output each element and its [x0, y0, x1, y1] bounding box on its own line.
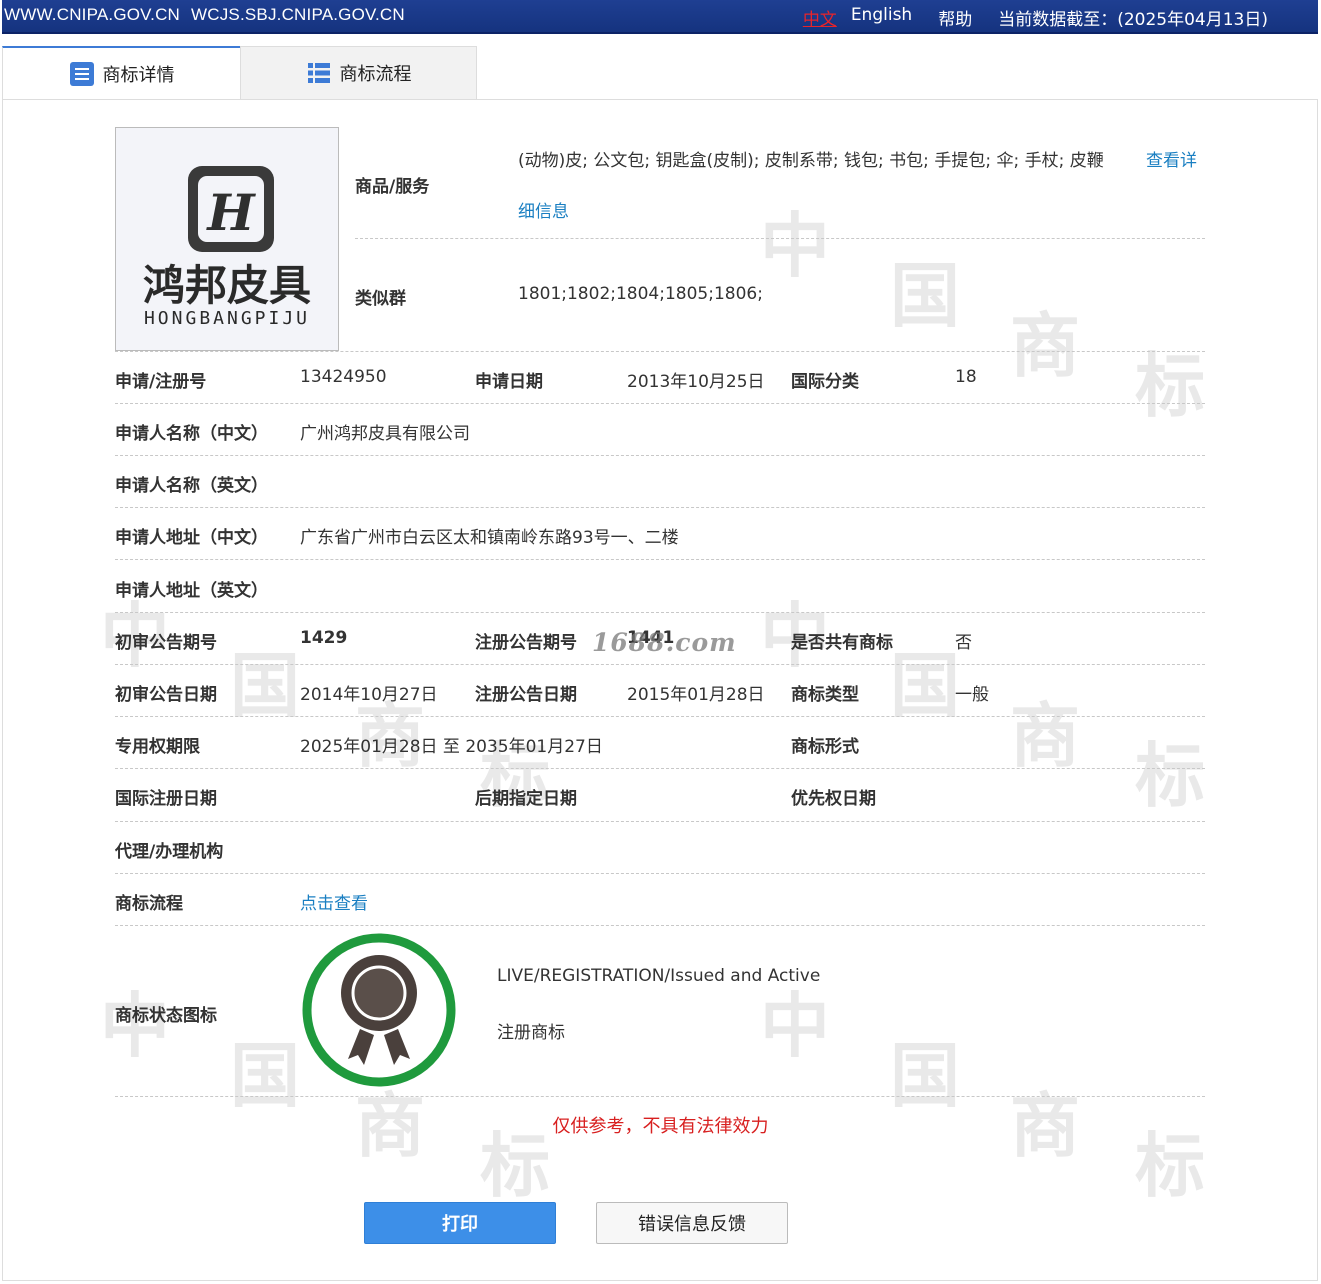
tab-detail-label: 商标详情 [102, 65, 175, 86]
address-cn-value: 广东省广州市白云区太和镇南岭东路93号一、二楼 [300, 528, 679, 548]
prelim-no-value: 1429 [300, 628, 348, 648]
lang-english-link[interactable]: English [851, 5, 912, 30]
term-value: 2025年01月28日 至 2035年01月27日 [300, 737, 603, 757]
term-label: 专用权期限 [115, 737, 200, 757]
mark-type-value: 一般 [955, 685, 989, 705]
divider [115, 455, 1205, 456]
flow-label: 商标流程 [115, 894, 183, 914]
goods-more-link-part2[interactable]: 细信息 [518, 197, 569, 222]
flow-view-link[interactable]: 点击查看 [300, 889, 368, 914]
divider [115, 873, 1205, 874]
tab-trademark-detail[interactable]: 商标详情 [2, 46, 241, 100]
intl-class-value: 18 [955, 367, 977, 387]
site-watermark: 1688.com [592, 628, 737, 657]
lang-chinese-link[interactable]: 中文 [803, 5, 837, 30]
reg-ann-no-label: 注册公告期号 [475, 633, 577, 653]
prelim-date-label: 初审公告日期 [115, 685, 217, 705]
mark-type-label: 商标类型 [791, 685, 859, 705]
divider [115, 559, 1205, 560]
applicant-en-label: 申请人名称（英文） [115, 476, 268, 496]
divider [115, 507, 1205, 508]
divider [115, 768, 1205, 769]
reg-no-value: 13424950 [300, 367, 387, 387]
grid-list-icon [307, 63, 330, 83]
applicant-cn-label: 申请人名称（中文） [115, 424, 268, 444]
shared-mark-label: 是否共有商标 [791, 633, 893, 653]
divider [115, 403, 1205, 404]
logo-text-pinyin: HONGBANGPIJU [144, 308, 310, 329]
status-icon-label: 商标状态图标 [115, 1006, 217, 1026]
address-en-label: 申请人地址（英文） [115, 581, 268, 601]
intl-reg-date-label: 国际注册日期 [115, 789, 217, 809]
divider [115, 664, 1205, 665]
app-date-label: 申请日期 [475, 372, 543, 392]
mark-form-label: 商标形式 [791, 737, 859, 757]
reg-no-label: 申请/注册号 [115, 372, 207, 392]
data-date: 当前数据截至：(2025年04月13日) [998, 10, 1268, 30]
reg-ann-date-value: 2015年01月28日 [627, 685, 765, 705]
divider [115, 612, 1205, 613]
error-feedback-button[interactable]: 错误信息反馈 [596, 1202, 788, 1244]
top-bar: WWW.CNIPA.GOV.CN WCJS.SBJ.CNIPA.GOV.CN 中… [2, 0, 1318, 34]
legal-disclaimer: 仅供参考，不具有法律效力 [552, 1116, 769, 1137]
agent-label: 代理/办理机构 [115, 842, 224, 862]
site-link-wcjs[interactable]: WCJS.SBJ.CNIPA.GOV.CN [191, 5, 405, 24]
tab-trademark-flow[interactable]: 商标流程 [240, 46, 477, 99]
trademark-image: H 鸿邦皮具 HONGBANGPIJU [115, 127, 339, 351]
divider [115, 821, 1205, 822]
divider [115, 716, 1205, 717]
prelim-no-label: 初审公告期号 [115, 633, 217, 653]
print-button[interactable]: 打印 [364, 1202, 556, 1244]
applicant-cn-value: 广州鸿邦皮具有限公司 [300, 424, 470, 444]
top-bar-right: 中文 English 帮助 当前数据截至：(2025年04月13日) [803, 5, 1268, 30]
registered-status-icon [302, 933, 456, 1087]
divider [115, 925, 1205, 926]
prelim-date-value: 2014年10月27日 [300, 685, 438, 705]
goods-label: 商品/服务 [355, 177, 430, 197]
similar-group-value: 1801;1802;1804;1805;1806; [518, 284, 763, 304]
help-link[interactable]: 帮助 [938, 5, 972, 30]
list-icon [69, 62, 94, 86]
trademark-logo-graphic: H 鸿邦皮具 HONGBANGPIJU [116, 128, 338, 350]
reg-ann-date-label: 注册公告日期 [475, 685, 577, 705]
status-text-cn: 注册商标 [497, 1023, 565, 1043]
goods-value: (动物)皮; 公文包; 钥匙盒(皮制); 皮制系带; 钱包; 书包; 手提包; … [518, 151, 1104, 171]
intl-class-label: 国际分类 [791, 372, 859, 392]
priority-date-label: 优先权日期 [791, 789, 876, 809]
later-designation-label: 后期指定日期 [475, 789, 577, 809]
address-cn-label: 申请人地址（中文） [115, 528, 268, 548]
divider [115, 1096, 1205, 1097]
divider [115, 351, 1205, 352]
svg-text:H: H [205, 183, 256, 242]
status-text-en: LIVE/REGISTRATION/Issued and Active [497, 966, 821, 986]
similar-group-label: 类似群 [355, 289, 406, 309]
tab-flow-label: 商标流程 [339, 64, 412, 85]
site-links: WWW.CNIPA.GOV.CN WCJS.SBJ.CNIPA.GOV.CN [4, 5, 405, 25]
app-date-value: 2013年10月25日 [627, 372, 765, 392]
tab-bar: 商标详情 商标流程 [2, 46, 1318, 100]
goods-more-link-part1[interactable]: 查看详 [1146, 146, 1197, 171]
logo-text-cn: 鸿邦皮具 [143, 261, 311, 310]
divider [355, 238, 1205, 239]
shared-mark-value: 否 [955, 633, 972, 653]
site-link-cnipa[interactable]: WWW.CNIPA.GOV.CN [4, 5, 180, 24]
